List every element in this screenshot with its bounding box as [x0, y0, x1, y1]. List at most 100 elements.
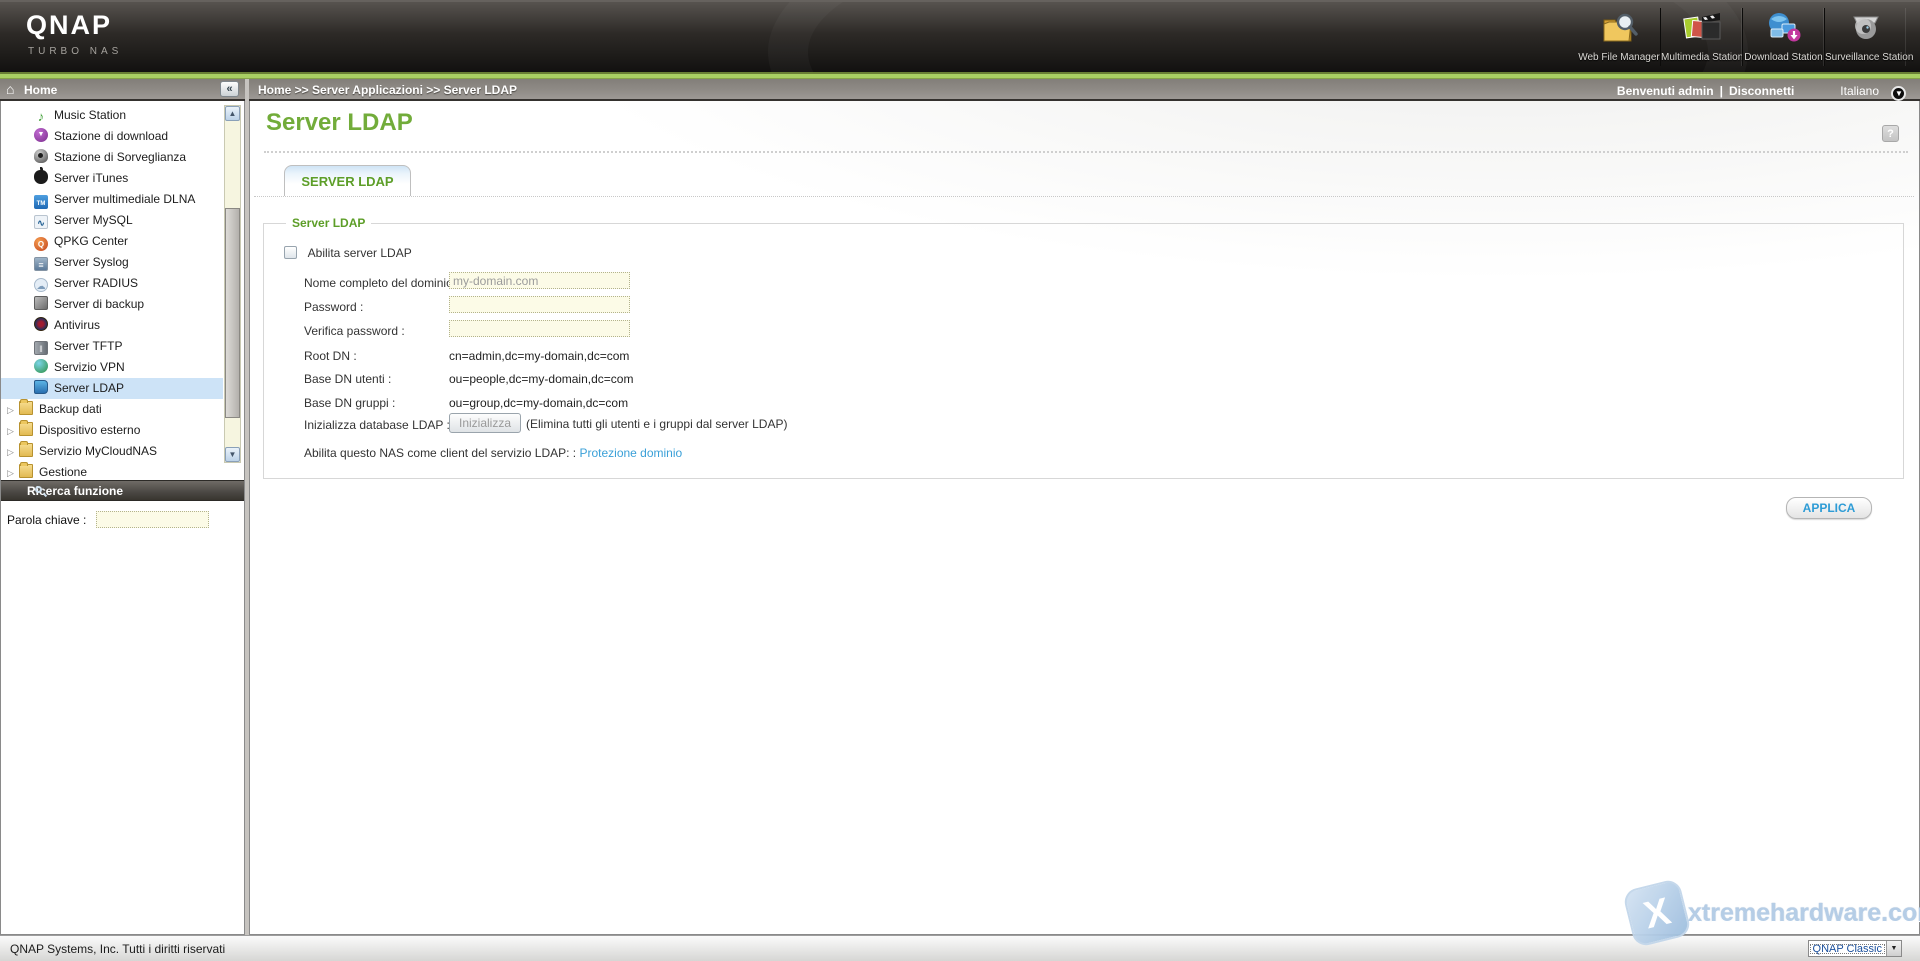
- expand-arrow-icon[interactable]: ▷: [7, 442, 19, 463]
- sidebar-item-server-mysql[interactable]: Server MySQL: [1, 210, 223, 231]
- sidebar-header: ⌂ Home «: [0, 79, 245, 101]
- sidebar-folder-gestione[interactable]: ▷ Gestione: [1, 462, 223, 480]
- sidebar-folder-servizio-mycloudnas[interactable]: ▷Servizio MyCloudNAS: [1, 441, 223, 462]
- sidebar-collapse-button[interactable]: «: [220, 81, 239, 97]
- title-divider: [264, 151, 1908, 153]
- scroll-down-icon[interactable]: ▼: [225, 447, 240, 462]
- help-icon[interactable]: ?: [1882, 125, 1899, 142]
- folder-icon: [19, 422, 33, 436]
- password-input[interactable]: [449, 296, 630, 313]
- sidebar-item-label: Server LDAP: [54, 381, 124, 395]
- sidebar-scrollbar[interactable]: ▲ ▼: [224, 105, 241, 463]
- initialize-button[interactable]: Inizializza: [449, 413, 521, 433]
- sidebar-item-server-ldap[interactable]: Server LDAP: [1, 378, 223, 399]
- sidebar-item-stazione-di-sorveglianza[interactable]: Stazione di Sorveglianza: [1, 147, 223, 168]
- init-db-label: Inizializza database LDAP :: [304, 418, 450, 432]
- quick-launch-label: Web File Manager: [1578, 52, 1660, 63]
- logout-link[interactable]: Disconnetti: [1729, 84, 1794, 98]
- theme-select-value: QNAP Classic: [1809, 943, 1886, 955]
- sidebar-item-server-tftp[interactable]: Server TFTP: [1, 336, 223, 357]
- quick-launch-multimedia-station[interactable]: Multimedia Station: [1660, 8, 1742, 66]
- sidebar-item-label: Stazione di download: [54, 129, 168, 143]
- sidebar-folder-dispositivo-esterno[interactable]: ▷ Dispositivo esterno: [1, 420, 223, 441]
- sidebar-item-qpkg-center[interactable]: QPKG Center: [1, 231, 223, 252]
- enable-ldap-row: Abilita server LDAP: [284, 246, 412, 260]
- vpn-service-icon: [34, 359, 48, 373]
- qnap-logo: QNAP: [26, 10, 112, 41]
- quick-launch-download-station[interactable]: Download Station: [1742, 8, 1824, 66]
- web-file-manager-icon: [1598, 10, 1640, 48]
- ldap-client-label: Abilita questo NAS come client del servi…: [304, 446, 576, 460]
- theme-select[interactable]: QNAP Classic ▼: [1808, 940, 1902, 957]
- folder-icon: [19, 464, 33, 478]
- expand-arrow-icon[interactable]: ▷: [7, 400, 19, 421]
- sidebar: Music Station Stazione di download Stazi…: [0, 101, 245, 935]
- sidebar-item-server-itunes[interactable]: Server iTunes: [1, 168, 223, 189]
- dlna-server-icon: [34, 195, 48, 209]
- toolbars: ⌂ Home « Home >> Server Applicazioni >> …: [0, 79, 1920, 101]
- users-base-dn-label: Base DN utenti :: [304, 372, 391, 386]
- download-station-item-icon: [34, 128, 48, 142]
- groups-base-dn-label: Base DN gruppi :: [304, 396, 395, 410]
- sidebar-item-server-di-backup[interactable]: Server di backup: [1, 294, 223, 315]
- language-dropdown-icon[interactable]: ▼: [1891, 86, 1906, 101]
- quick-launch-bar: Web File Manager Multimedia Station: [1578, 8, 1906, 68]
- sidebar-item-label: Server MySQL: [54, 213, 133, 227]
- page-title: Server LDAP: [266, 109, 413, 137]
- quick-launch-label: Multimedia Station: [1661, 52, 1742, 63]
- password-label: Password :: [304, 300, 363, 314]
- sidebar-item-antivirus[interactable]: Antivirus: [1, 315, 223, 336]
- backup-server-icon: [34, 296, 48, 310]
- sidebar-folder-backup-dati[interactable]: ▷Backup dati: [1, 399, 223, 420]
- sidebar-item-label: Stazione di Sorveglianza: [54, 150, 186, 164]
- radius-server-icon: [34, 278, 48, 292]
- expand-arrow-icon[interactable]: ▷: [7, 463, 19, 480]
- quick-launch-label: Surveillance Station: [1825, 52, 1906, 63]
- quick-launch-web-file-manager[interactable]: Web File Manager: [1578, 8, 1660, 66]
- sidebar-item-stazione-di-download[interactable]: Stazione di download: [1, 126, 223, 147]
- ldap-server-icon: [34, 380, 48, 394]
- sidebar-item-server-multimediale-dlna[interactable]: Server multimediale DLNA: [1, 189, 223, 210]
- root-dn-value: cn=admin,dc=my-domain,dc=com: [449, 349, 629, 363]
- quick-launch-surveillance-station[interactable]: Surveillance Station: [1824, 8, 1906, 66]
- domain-security-link[interactable]: Protezione dominio: [579, 446, 682, 460]
- root-dn-label: Root DN :: [304, 349, 357, 363]
- sidebar-item-server-syslog[interactable]: Server Syslog: [1, 252, 223, 273]
- sidebar-item-server-radius[interactable]: Server RADIUS: [1, 273, 223, 294]
- quick-launch-label: Download Station: [1743, 52, 1824, 63]
- sidebar-item-label: Server TFTP: [54, 339, 122, 353]
- sidebar-item-label: Gestione: [39, 465, 87, 479]
- theme-select-dropdown-icon[interactable]: ▼: [1886, 941, 1901, 956]
- scrollbar-thumb[interactable]: [225, 208, 240, 418]
- folder-icon: [19, 401, 33, 415]
- tftp-server-icon: [34, 341, 48, 355]
- ldap-client-row: Abilita questo NAS come client del servi…: [304, 446, 682, 460]
- keyword-input[interactable]: [96, 511, 209, 528]
- enable-ldap-checkbox[interactable]: [284, 246, 297, 259]
- home-icon: ⌂: [6, 81, 14, 97]
- green-divider: [0, 72, 1920, 79]
- itunes-server-icon: [34, 170, 48, 184]
- domain-name-label: Nome completo del dominio :: [304, 276, 459, 290]
- separator: |: [1720, 84, 1723, 98]
- surveillance-station-icon: [1845, 10, 1887, 48]
- sidebar-item-servizio-vpn[interactable]: Servizio VPN: [1, 357, 223, 378]
- users-base-dn-value: ou=people,dc=my-domain,dc=com: [449, 372, 633, 386]
- sidebar-item-music-station[interactable]: Music Station: [1, 105, 223, 126]
- sidebar-item-label: Dispositivo esterno: [39, 423, 140, 437]
- tab-server-ldap[interactable]: SERVER LDAP: [284, 165, 411, 196]
- breadcrumb-bar: Home >> Server Applicazioni >> Server LD…: [249, 79, 1920, 101]
- init-db-note: (Elimina tutti gli utenti e i gruppi dal…: [526, 417, 787, 431]
- apply-button[interactable]: APPLICA: [1786, 497, 1872, 519]
- domain-name-input[interactable]: [449, 272, 630, 289]
- verify-password-input[interactable]: [449, 320, 630, 337]
- expand-arrow-icon[interactable]: ▷: [7, 421, 19, 442]
- sidebar-item-label: Music Station: [54, 108, 126, 122]
- multimedia-station-icon: [1681, 10, 1723, 48]
- groups-base-dn-value: ou=group,dc=my-domain,dc=com: [449, 396, 628, 410]
- scroll-up-icon[interactable]: ▲: [225, 106, 240, 121]
- keyword-row: Parola chiave :: [1, 505, 244, 535]
- enable-ldap-label: Abilita server LDAP: [308, 246, 412, 260]
- qpkg-center-icon: [34, 237, 48, 251]
- folder-icon: [19, 443, 33, 457]
